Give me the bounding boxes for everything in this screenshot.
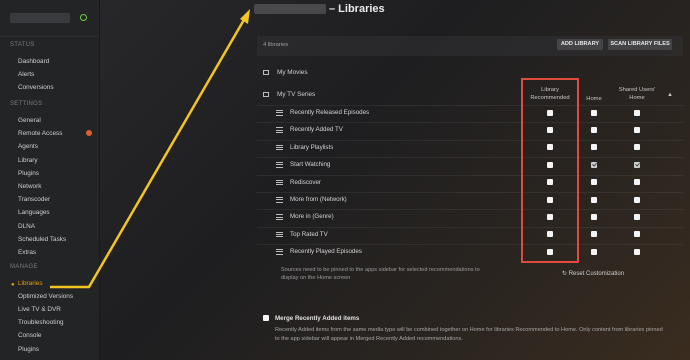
annotation-arrow	[50, 9, 250, 289]
